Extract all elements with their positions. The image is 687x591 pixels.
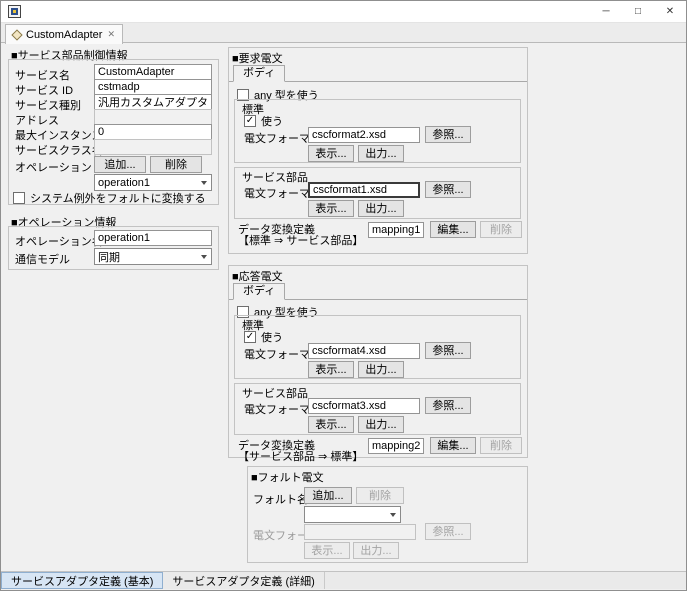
response-mapping-direction-label: 【サービス部品 ⇒ 標準】 [238,448,363,464]
request-standard-show-button[interactable]: 表示... [308,145,354,162]
operation-delete-button[interactable]: 削除 [150,156,202,173]
service-name-field[interactable] [94,64,212,80]
response-component-title: サービス部品 [242,385,308,401]
section-title-response: ■応答電文 [232,268,283,284]
operation-label: オペレーション [15,159,92,175]
check-mark: ✓ [246,332,254,342]
request-standard-output-button[interactable]: 出力... [358,145,404,162]
comm-model-select[interactable]: 同期 [94,248,212,265]
maximize-button[interactable]: □ [622,1,654,22]
check-mark: ✓ [246,116,254,126]
response-standard-format-field[interactable] [308,343,420,359]
editor-tab-bar: CustomAdapter ✕ [1,23,686,43]
request-component-browse-button[interactable]: 参照... [425,181,471,198]
request-tab-body[interactable]: ボディ [233,65,285,82]
request-mapping-delete-button: 削除 [480,221,522,238]
fault-convert-row: システム例外をフォルトに変換する [13,190,206,206]
response-mapping-field[interactable] [368,438,424,454]
request-standard-use-row: ✓ 使う [244,113,283,129]
response-standard-use-row: ✓ 使う [244,329,283,345]
editor-tab-label: CustomAdapter [26,29,102,41]
comm-model-label: 通信モデル [15,251,70,267]
service-type-label: サービス種別 [15,97,81,113]
section-title-request: ■要求電文 [232,50,283,66]
bottom-tab-basic[interactable]: サービスアダプタ定義 (基本) [1,572,163,589]
fault-add-button[interactable]: 追加... [304,487,352,504]
request-standard-use-label: 使う [261,113,283,129]
close-button[interactable]: ✕ [654,1,686,22]
request-standard-browse-button[interactable]: 参照... [425,126,471,143]
request-standard-use-checkbox[interactable]: ✓ [244,115,256,127]
tab-close-icon[interactable]: ✕ [107,29,115,40]
address-field [94,109,212,125]
app-icon [8,5,21,18]
response-mapping-edit-button[interactable]: 編集... [430,437,476,454]
fault-convert-checkbox[interactable] [13,192,25,204]
section-title-fault: ■フォルト電文 [251,469,324,485]
operation-select-value: operation1 [95,177,196,189]
fault-delete-button: 削除 [356,487,404,504]
request-component-show-button[interactable]: 表示... [308,200,354,217]
service-type-field[interactable] [94,94,212,110]
fault-show-button: 表示... [304,542,350,559]
service-id-label: サービス ID [15,82,73,98]
request-standard-format-field[interactable] [308,127,420,143]
service-id-field[interactable] [94,79,212,95]
adapter-icon [11,29,22,40]
fault-output-button: 出力... [353,542,399,559]
service-class-label: サービスクラス名 [15,142,103,158]
response-component-browse-button[interactable]: 参照... [425,397,471,414]
response-component-show-button[interactable]: 表示... [308,416,354,433]
bottom-tab-detail[interactable]: サービスアダプタ定義 (詳細) [163,572,324,589]
operation-name-field[interactable] [94,230,212,246]
address-label: アドレス [15,112,59,128]
request-component-output-button[interactable]: 出力... [358,200,404,217]
comm-model-value: 同期 [95,249,196,265]
title-bar: ─ □ ✕ [1,1,686,23]
fault-browse-button: 参照... [425,523,471,540]
request-component-title: サービス部品 [242,169,308,185]
application-window: ─ □ ✕ CustomAdapter ✕ ■サービス部品制御情報 サービス名 … [0,0,687,591]
max-instances-field[interactable] [94,124,212,140]
service-name-label: サービス名 [15,67,70,83]
window-controls: ─ □ ✕ [590,1,686,22]
operation-name-label: オペレーション名 [15,233,103,249]
service-class-field [94,139,212,155]
response-standard-use-checkbox[interactable]: ✓ [244,331,256,343]
operation-select[interactable]: operation1 [94,174,212,191]
chevron-down-icon[interactable] [196,249,211,264]
fault-format-field [304,524,416,540]
chevron-down-icon[interactable] [385,507,400,522]
editor-tab-customadapter[interactable]: CustomAdapter ✕ [5,24,123,44]
request-mapping-direction-label: 【標準 ⇒ サービス部品】 [238,232,363,248]
fault-name-label: フォルト名 [253,491,308,507]
response-mapping-delete-button: 削除 [480,437,522,454]
request-mapping-field[interactable] [368,222,424,238]
response-standard-use-label: 使う [261,329,283,345]
minimize-button[interactable]: ─ [590,1,622,22]
fault-name-select[interactable] [304,506,401,523]
request-mapping-edit-button[interactable]: 編集... [430,221,476,238]
bottom-tab-bar: サービスアダプタ定義 (基本) サービスアダプタ定義 (詳細) [1,571,686,589]
response-component-format-field[interactable] [308,398,420,414]
response-standard-output-button[interactable]: 出力... [358,361,404,378]
fault-convert-label: システム例外をフォルトに変換する [30,190,206,206]
response-tab-body[interactable]: ボディ [233,283,285,300]
request-component-format-field[interactable] [308,182,420,198]
operation-add-button[interactable]: 追加... [94,156,146,173]
response-standard-browse-button[interactable]: 参照... [425,342,471,359]
response-component-output-button[interactable]: 出力... [358,416,404,433]
response-standard-show-button[interactable]: 表示... [308,361,354,378]
chevron-down-icon[interactable] [196,175,211,190]
